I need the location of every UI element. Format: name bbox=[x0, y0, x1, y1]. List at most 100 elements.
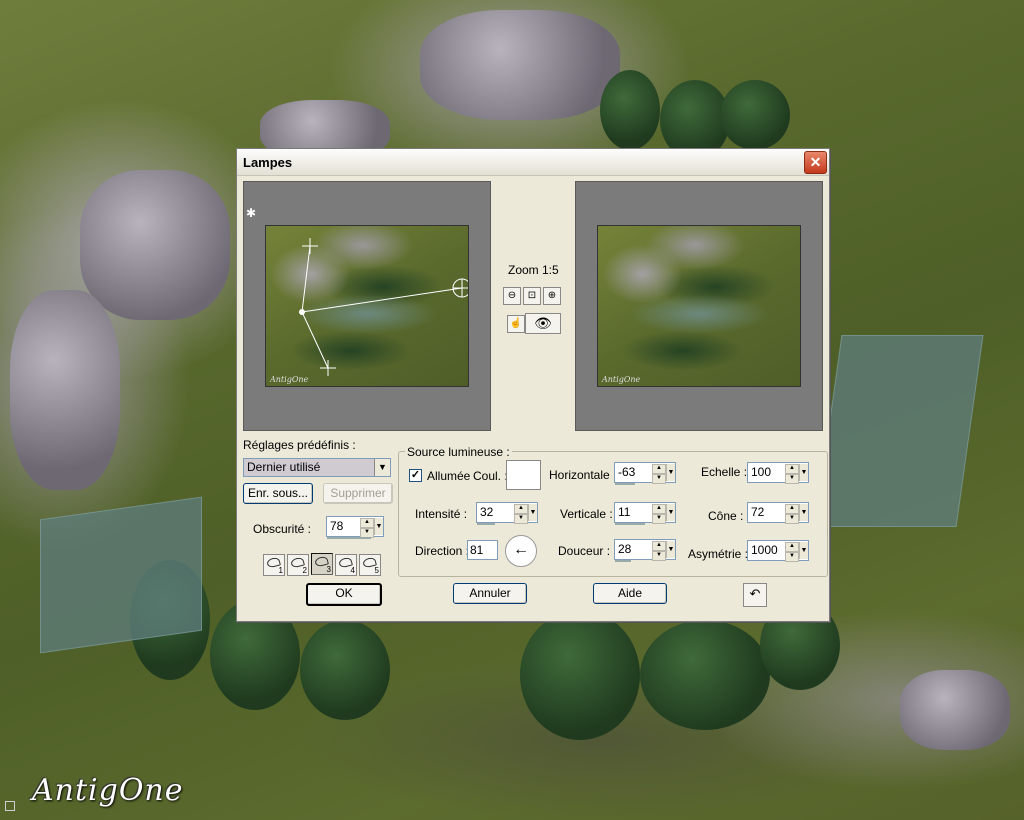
enabled-label: Allumée bbox=[427, 469, 471, 483]
scene-thumbnail-after: AntigOne bbox=[597, 225, 801, 387]
spin-dropdown-icon[interactable]: ▼ bbox=[374, 518, 383, 535]
light-origin-marker: ✱ bbox=[246, 206, 257, 220]
delete-button[interactable]: Supprimer bbox=[323, 483, 393, 504]
hand-icon: ☝ bbox=[509, 318, 523, 329]
spin-up-icon[interactable]: ▲ bbox=[514, 504, 528, 514]
vertical-label: Verticale : bbox=[560, 507, 613, 521]
vertical-spinner[interactable]: 11 ▲ ▼ ▼ bbox=[614, 502, 676, 525]
scene-watermark: AntigOne bbox=[270, 375, 309, 384]
save-as-button[interactable]: Enr. sous... bbox=[243, 483, 313, 504]
scale-spinner[interactable]: 100 ▲ ▼ ▼ bbox=[747, 462, 809, 484]
preset-slot-2[interactable]: 2 bbox=[287, 554, 309, 576]
preset-slot-3[interactable]: 3 bbox=[311, 553, 333, 575]
spin-up-icon[interactable]: ▲ bbox=[785, 504, 799, 514]
ok-button[interactable]: OK bbox=[306, 583, 382, 606]
softness-spinner[interactable]: 28 ▲ ▼ ▼ bbox=[614, 539, 676, 562]
dialog-title: Lampes bbox=[243, 155, 293, 170]
pan-button[interactable]: ☝ bbox=[507, 315, 525, 333]
value-track bbox=[327, 537, 371, 539]
asymmetry-spinner[interactable]: 1000 ▲ ▼ ▼ bbox=[747, 540, 809, 562]
preset-slot-number: 2 bbox=[302, 566, 307, 575]
spin-down-icon[interactable]: ▼ bbox=[514, 514, 528, 524]
cone-label: Cône : bbox=[708, 509, 744, 523]
spin-dropdown-icon[interactable]: ▼ bbox=[799, 504, 808, 521]
spin-dropdown-icon[interactable]: ▼ bbox=[666, 504, 675, 521]
light-source-title: Source lumineuse : bbox=[405, 445, 512, 459]
asymmetry-label: Asymétrie : bbox=[688, 547, 749, 561]
tree bbox=[520, 610, 640, 740]
title-bar[interactable]: Lampes ✕ bbox=[237, 149, 829, 176]
scale-label: Echelle : bbox=[701, 465, 748, 479]
spin-down-icon[interactable]: ▼ bbox=[785, 552, 799, 562]
asymmetry-value: 1000 bbox=[751, 543, 778, 557]
tree bbox=[640, 620, 770, 730]
preview-toggle-button[interactable]: 👁 bbox=[525, 313, 561, 334]
tree bbox=[600, 70, 660, 150]
obscurity-spinner[interactable]: 78 ▲ ▼ ▼ bbox=[326, 516, 384, 539]
softness-value: 28 bbox=[618, 542, 632, 556]
preset-slot-number: 5 bbox=[374, 566, 379, 575]
direction-dial[interactable]: ← bbox=[505, 535, 537, 567]
spin-dropdown-icon[interactable]: ▼ bbox=[799, 464, 808, 481]
spin-up-icon[interactable]: ▲ bbox=[652, 504, 666, 514]
horizontal-spinner[interactable]: -63 ▲ ▼ ▼ bbox=[614, 462, 676, 485]
cone-spinner[interactable]: 72 ▲ ▼ ▼ bbox=[747, 502, 809, 524]
cancel-button[interactable]: Annuler bbox=[453, 583, 527, 604]
spin-dropdown-icon[interactable]: ▼ bbox=[528, 504, 537, 521]
intensity-spinner[interactable]: 32 ▲ ▼ ▼ bbox=[476, 502, 538, 525]
eye-icon: 👁 bbox=[534, 315, 552, 331]
spin-up-icon[interactable]: ▲ bbox=[785, 542, 799, 552]
spinner-arrows: ▲ ▼ bbox=[652, 504, 666, 524]
spin-down-icon[interactable]: ▼ bbox=[652, 551, 666, 561]
help-button[interactable]: Aide bbox=[593, 583, 667, 604]
obscurity-label: Obscurité : bbox=[253, 522, 312, 536]
color-swatch[interactable] bbox=[506, 460, 541, 490]
rock bbox=[420, 10, 620, 120]
light-gizmo[interactable] bbox=[266, 226, 468, 386]
direction-input[interactable]: 81 bbox=[467, 540, 498, 560]
spinner-arrows: ▲ ▼ bbox=[785, 542, 799, 562]
spin-up-icon[interactable]: ▲ bbox=[652, 541, 666, 551]
reset-button[interactable]: ↶ bbox=[743, 583, 767, 607]
presets-dropdown[interactable]: Dernier utilisé ▼ bbox=[243, 458, 391, 477]
preset-slot-1[interactable]: 1 bbox=[263, 554, 285, 576]
spin-up-icon[interactable]: ▲ bbox=[785, 464, 799, 474]
spin-down-icon[interactable]: ▼ bbox=[785, 474, 799, 484]
spin-down-icon[interactable]: ▼ bbox=[785, 514, 799, 524]
preview-after: AntigOne bbox=[575, 181, 823, 431]
spin-up-icon[interactable]: ▲ bbox=[652, 464, 666, 474]
magnifier-minus-icon: ⊖ bbox=[507, 290, 517, 301]
spinner-arrows: ▲ ▼ bbox=[652, 541, 666, 561]
spin-dropdown-icon[interactable]: ▼ bbox=[666, 464, 675, 481]
water-tile bbox=[40, 496, 202, 654]
rock bbox=[80, 170, 230, 320]
preset-slot-number: 3 bbox=[326, 565, 331, 574]
presets-label: Réglages prédéfinis : bbox=[243, 438, 356, 452]
preset-slot-number: 1 bbox=[278, 566, 283, 575]
tree bbox=[300, 620, 390, 720]
preset-slot-4[interactable]: 4 bbox=[335, 554, 357, 576]
tree bbox=[720, 80, 790, 150]
preview-before[interactable]: ✱ AntigOne bbox=[243, 181, 491, 431]
zoom-fit-icon: ⊡ bbox=[527, 290, 537, 301]
spin-dropdown-icon[interactable]: ▼ bbox=[666, 541, 675, 558]
zoom-in-button[interactable]: ⊕ bbox=[543, 287, 561, 305]
preset-slot-5[interactable]: 5 bbox=[359, 554, 381, 576]
magnifier-plus-icon: ⊕ bbox=[547, 290, 557, 301]
spin-up-icon[interactable]: ▲ bbox=[360, 518, 374, 528]
spin-down-icon[interactable]: ▼ bbox=[652, 514, 666, 524]
enabled-checkbox[interactable]: ✓ bbox=[409, 469, 422, 482]
direction-value: 81 bbox=[470, 543, 484, 557]
spin-dropdown-icon[interactable]: ▼ bbox=[799, 542, 808, 559]
cone-value: 72 bbox=[751, 505, 765, 519]
scene-watermark: AntigOne bbox=[602, 375, 641, 384]
value-track bbox=[477, 523, 495, 525]
presets-dropdown-value: Dernier utilisé bbox=[247, 460, 321, 474]
zoom-fit-button[interactable]: ⊡ bbox=[523, 287, 541, 305]
zoom-out-button[interactable]: ⊖ bbox=[503, 287, 521, 305]
close-button[interactable]: ✕ bbox=[804, 151, 827, 174]
rock bbox=[900, 670, 1010, 750]
spin-down-icon[interactable]: ▼ bbox=[652, 474, 666, 484]
horizontal-label: Horizontale : bbox=[549, 468, 617, 482]
scale-value: 100 bbox=[751, 465, 772, 479]
